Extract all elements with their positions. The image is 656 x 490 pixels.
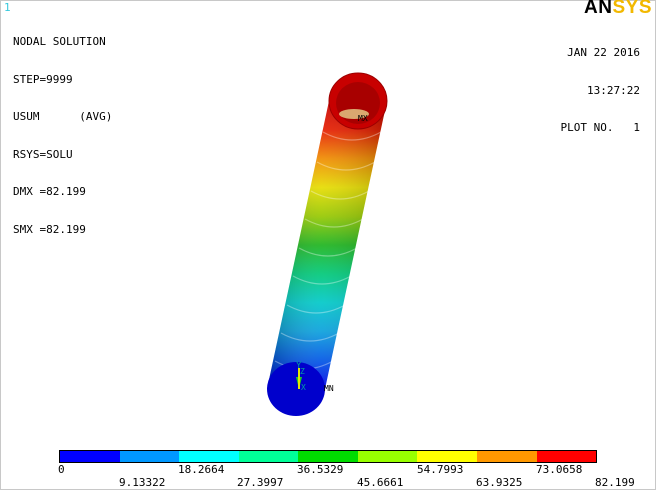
legend-label-3: 27.3997 bbox=[237, 476, 284, 489]
legend-label-7: 63.9325 bbox=[476, 476, 523, 489]
legend-label-5: 45.6661 bbox=[357, 476, 404, 489]
model-viewport[interactable]: MX MN Y Z X bbox=[0, 0, 656, 490]
legend-band-3 bbox=[179, 451, 239, 462]
triad-x-label: X bbox=[301, 383, 306, 392]
legend-label-2: 18.2664 bbox=[178, 463, 225, 476]
legend-band-4 bbox=[238, 451, 299, 462]
legend-label-8: 73.0658 bbox=[536, 463, 583, 476]
legend-band-2 bbox=[119, 451, 180, 462]
legend-tick-labels: 0 9.13322 18.2664 27.3997 36.5329 45.666… bbox=[0, 462, 656, 490]
legend-label-9: 82.199 bbox=[595, 476, 635, 489]
legend-band-8 bbox=[476, 451, 537, 462]
legend-band-9 bbox=[536, 451, 597, 462]
legend-label-6: 54.7993 bbox=[417, 463, 464, 476]
legend-label-0: 0 bbox=[58, 463, 65, 476]
min-marker: MN bbox=[324, 384, 334, 393]
pipe-model bbox=[267, 72, 388, 416]
legend-band-5 bbox=[298, 451, 358, 462]
legend-label-1: 9.13322 bbox=[119, 476, 166, 489]
legend-band-7 bbox=[417, 451, 477, 462]
max-marker: MX bbox=[358, 114, 368, 123]
legend-label-4: 36.5329 bbox=[297, 463, 344, 476]
legend-band-1 bbox=[60, 451, 120, 462]
legend-band-6 bbox=[357, 451, 418, 462]
triad-z-label: Z bbox=[300, 367, 305, 376]
